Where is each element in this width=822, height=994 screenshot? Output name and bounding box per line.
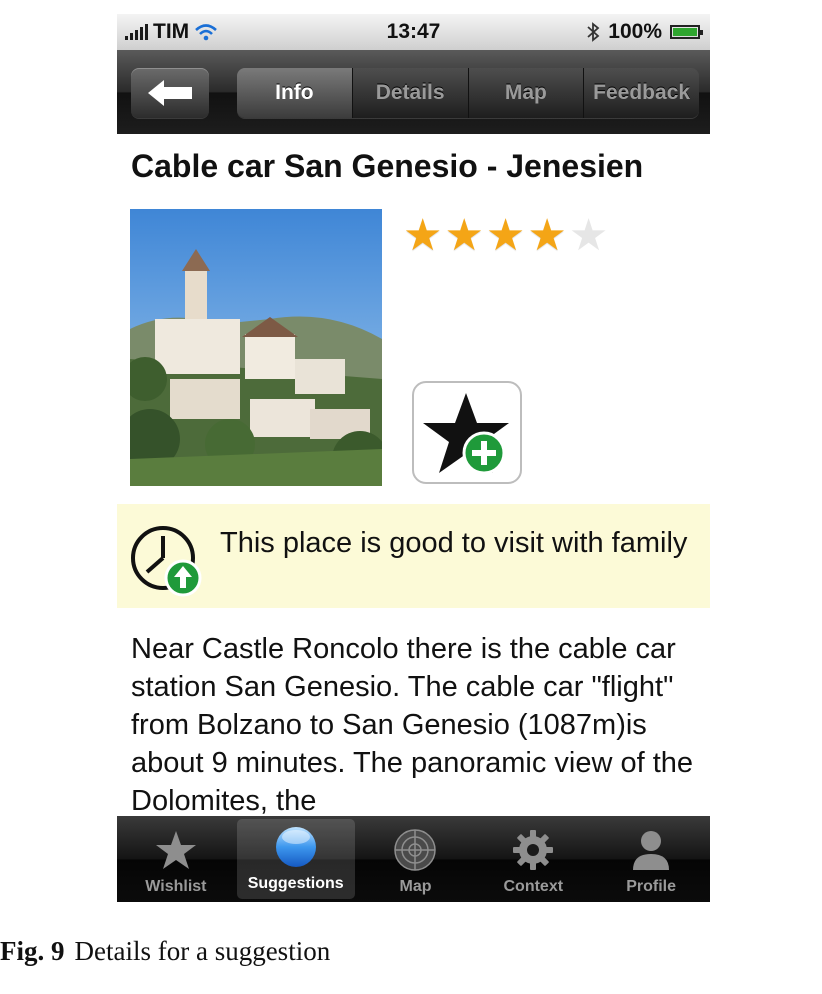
tabbar-label-wishlist: Wishlist — [145, 878, 207, 895]
figure-caption-text: Details for a suggestion — [74, 936, 331, 966]
rating-star-4: ★ — [527, 211, 567, 260]
notice-text: This place is good to visit with family — [220, 527, 688, 559]
star-icon — [155, 831, 196, 869]
tabbar-label-profile: Profile — [626, 878, 676, 895]
tab-feedback[interactable]: Feedback — [583, 68, 699, 118]
rating-star-2: ★ — [444, 211, 484, 260]
rating-stars: ★ ★ ★ ★ ★ — [403, 214, 608, 258]
tab-map[interactable]: Map — [467, 68, 584, 118]
place-photo — [130, 209, 382, 486]
globe-icon — [275, 827, 316, 867]
rating-star-5: ★ — [568, 211, 609, 260]
tab-info[interactable]: Info — [237, 68, 352, 118]
tabbar-item-wishlist[interactable]: Wishlist — [117, 816, 235, 902]
tabbar-item-suggestions[interactable]: Suggestions — [236, 819, 355, 899]
tabbar-label-map: Map — [399, 878, 432, 895]
tab-details[interactable]: Details — [351, 68, 468, 118]
bluetooth-icon — [587, 22, 600, 42]
tabbar-item-map[interactable]: Map — [357, 816, 475, 902]
family-notice: This place is good to visit with family — [117, 504, 710, 608]
tab-bar: Wishlist Suggestions Map Context Profile — [117, 816, 710, 902]
tabbar-item-context[interactable]: Context — [474, 816, 592, 902]
radar-icon — [394, 829, 437, 871]
place-description: Near Castle Roncolo there is the cable c… — [131, 633, 694, 817]
gear-icon — [513, 830, 554, 870]
battery-percent: 100% — [608, 20, 662, 43]
star-add-icon — [423, 393, 509, 475]
nav-bar: Info Details Map Feedback — [117, 50, 710, 134]
person-icon — [633, 831, 670, 870]
back-arrow-icon — [148, 80, 192, 106]
rating-star-3: ★ — [485, 211, 526, 260]
tabbar-label-context: Context — [503, 878, 564, 895]
add-to-wishlist-button[interactable] — [412, 381, 522, 484]
clock-up-icon — [131, 526, 202, 597]
figure-caption: Fig. 9 Details for a suggestion — [0, 936, 822, 967]
battery-icon — [670, 25, 703, 39]
tabbar-label-suggestions: Suggestions — [247, 875, 344, 892]
segmented-control: Info Details Map Feedback — [237, 68, 699, 118]
back-button[interactable] — [131, 68, 209, 118]
tabbar-item-profile[interactable]: Profile — [592, 816, 710, 902]
status-right-group: 100% — [586, 20, 703, 44]
figure-number: Fig. 9 — [0, 936, 65, 966]
place-title: Cable car San Genesio - Jenesien — [131, 148, 644, 184]
phone-screen: TIM 13:47 100% Info Details Map Feedback… — [117, 14, 710, 902]
status-bar: TIM 13:47 100% — [117, 14, 710, 50]
rating-star-1: ★ — [403, 211, 443, 260]
